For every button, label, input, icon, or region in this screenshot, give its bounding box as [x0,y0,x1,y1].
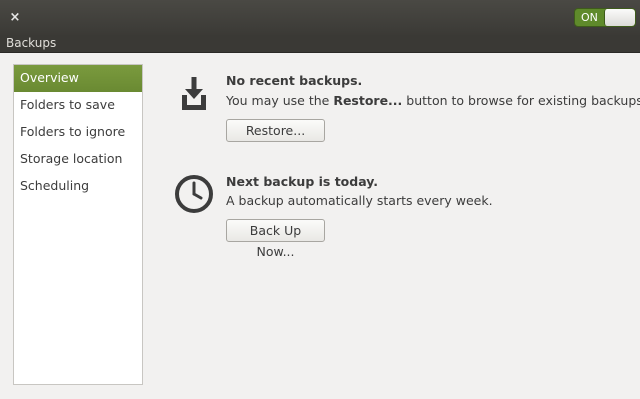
backups-on-off-toggle[interactable]: ON [574,8,636,27]
window-titlebar: × ON [0,0,640,36]
recent-backups-heading: No recent backups. [226,73,363,88]
next-backup-description: A backup automatically starts every week… [226,193,493,208]
sidebar-item-scheduling[interactable]: Scheduling [14,173,142,200]
desc-suffix: button to browse for existing backups. [402,93,640,108]
sidebar-item-folders-to-save[interactable]: Folders to save [14,92,142,119]
desc-prefix: You may use the [226,93,334,108]
sidebar-item-overview[interactable]: Overview [14,65,142,92]
app-title[interactable]: Backups [6,35,56,52]
sidebar-item-folders-to-ignore[interactable]: Folders to ignore [14,119,142,146]
back-up-now-button[interactable]: Back Up Now... [226,219,325,259]
close-button[interactable]: × [6,9,24,27]
sidebar-item-storage-location[interactable]: Storage location [14,146,142,173]
menubar: Backups [0,35,640,53]
desc-bold-restore: Restore... [333,93,403,108]
clock-icon [173,173,215,215]
restore-button[interactable]: Restore... [226,119,325,142]
recent-backups-description: You may use the Restore... button to bro… [226,93,640,108]
sidebar: Overview Folders to save Folders to igno… [13,64,143,385]
download-tray-icon [178,75,210,113]
next-backup-heading: Next backup is today. [226,174,379,189]
toggle-state-label: ON [581,11,598,24]
toggle-knob[interactable] [604,9,635,26]
